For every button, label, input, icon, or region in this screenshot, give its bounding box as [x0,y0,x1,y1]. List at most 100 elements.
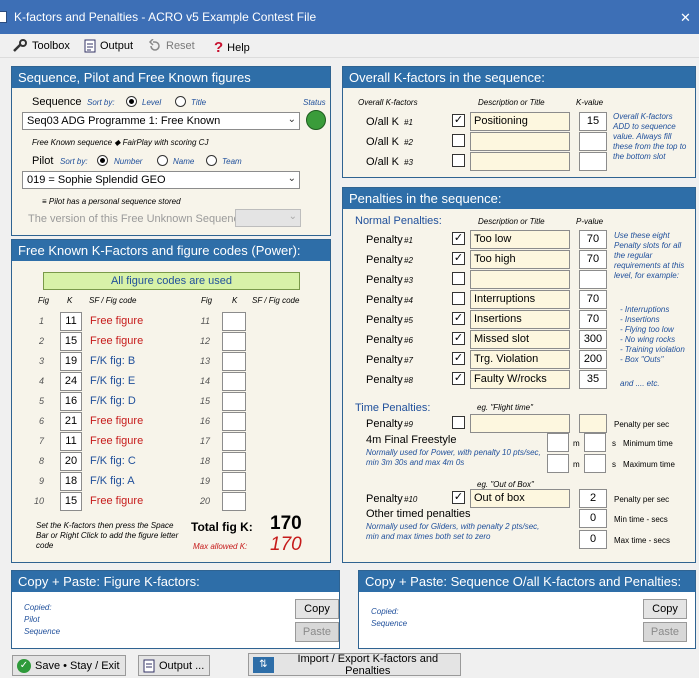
fig-k-input[interactable] [222,432,246,451]
toolbox-button[interactable]: Toolbox [12,39,70,53]
fig-k-input[interactable]: 16 [60,392,82,411]
overall-desc[interactable] [470,152,570,171]
fig-k-input[interactable]: 19 [60,352,82,371]
col-k-header: K [67,296,73,305]
fig-k-input[interactable]: 11 [60,312,82,331]
penalty10-checkbox[interactable]: ✓ [452,491,465,504]
close-button[interactable]: ✕ [680,11,691,24]
fig-number: 12 [199,336,210,346]
fig-k-input[interactable] [222,352,246,371]
fig-code: F/K fig: E [90,375,136,387]
sort-team-radio[interactable] [206,155,217,168]
overall-desc[interactable]: Positioning [470,112,570,131]
penalty-desc[interactable]: Too low [470,230,570,249]
fig-k-input[interactable] [222,492,246,511]
other-timed-note: Normally used for Gliders, with penalty … [366,522,540,541]
penalty-value[interactable]: 200 [579,350,607,369]
fig-k-input[interactable]: 24 [60,372,82,391]
max-time-minutes[interactable] [547,454,569,473]
overall-checkbox[interactable] [452,134,465,147]
penalty-value[interactable]: 300 [579,330,607,349]
chevron-down-icon: ⌄ [287,173,296,184]
overall-value[interactable] [579,132,607,151]
time-penalties-label: Time Penalties: [355,402,431,414]
penalty-number: #1 [404,236,413,245]
penalty-desc[interactable]: Trg. Violation [470,350,570,369]
fig-k-input[interactable] [222,412,246,431]
version-combo[interactable]: ⌄ [235,209,301,227]
min-secs-value[interactable]: 0 [579,509,607,528]
sort-title-radio[interactable] [175,96,186,109]
penalty-value[interactable]: 70 [579,290,607,309]
per-sec-label-2: Penalty per sec [614,495,670,504]
penalty-checkbox[interactable] [452,272,465,285]
overall-number: #3 [404,158,413,167]
save-button[interactable]: ✓ Save • Stay / Exit [12,655,126,676]
penalty-value[interactable]: 70 [579,250,607,269]
penalty-checkbox[interactable]: ✓ [452,332,465,345]
fig-k-input[interactable]: 20 [60,452,82,471]
copy-sequence-button[interactable]: Copy [643,599,687,619]
copy-figures-button[interactable]: Copy [295,599,339,619]
overall-desc[interactable] [470,132,570,151]
penalty10-desc[interactable]: Out of box [470,489,570,508]
penalty-desc[interactable]: Faulty W/rocks [470,370,570,389]
fig-k-input[interactable] [222,392,246,411]
help-button[interactable]: ? Help [214,39,250,56]
pilot-combo[interactable]: 019 = Sophie Splendid GEO ⌄ [22,171,300,189]
reset-button[interactable]: Reset [148,39,195,53]
overall-value[interactable] [579,152,607,171]
check-icon: ✓ [17,658,31,673]
fig-k-input[interactable] [222,452,246,471]
fig-k-input[interactable]: 15 [60,492,82,511]
fig-k-input[interactable] [222,312,246,331]
penalty9-value[interactable] [579,414,607,433]
sort-level-radio[interactable] [126,96,137,109]
output-bottom-button[interactable]: Output ... [138,655,210,676]
max-secs-value[interactable]: 0 [579,530,607,549]
copy2-copied: Copied: [371,607,399,616]
overall-checkbox[interactable] [452,154,465,167]
min-time-seconds[interactable] [584,433,606,452]
penalty-value[interactable] [579,270,607,289]
penalty-checkbox[interactable] [452,292,465,305]
fig-k-input[interactable]: 21 [60,412,82,431]
overall-checkbox[interactable]: ✓ [452,114,465,127]
document-icon [84,39,96,53]
penalty-desc[interactable]: Too high [470,250,570,269]
penalty10-value[interactable]: 2 [579,489,607,508]
output-button[interactable]: Output [84,39,133,53]
min-time-minutes[interactable] [547,433,569,452]
fig-k-input[interactable]: 18 [60,472,82,491]
penalty-desc[interactable] [470,270,570,289]
paste-figures-button[interactable]: Paste [295,622,339,642]
penalty-checkbox[interactable]: ✓ [452,232,465,245]
penalty-checkbox[interactable]: ✓ [452,312,465,325]
penalty-value[interactable]: 70 [579,230,607,249]
penalty-value[interactable]: 70 [579,310,607,329]
import-export-button[interactable]: ⇅ Import / Export K-factors and Penaltie… [248,653,461,677]
sort-number-radio[interactable] [97,155,108,168]
penalty9-desc[interactable] [470,414,570,433]
penalty-desc[interactable]: Insertions [470,310,570,329]
penalty9-checkbox[interactable] [452,416,465,429]
fig-k-input[interactable]: 15 [60,332,82,351]
fig-k-input[interactable] [222,332,246,351]
overall-value[interactable]: 15 [579,112,607,131]
col-fig-header: Fig [38,296,50,305]
fig-k-input[interactable]: 11 [60,432,82,451]
penalty-desc[interactable]: Missed slot [470,330,570,349]
max-time-seconds[interactable] [584,454,606,473]
fig-code: F/K fig: D [90,395,136,407]
penalty-checkbox[interactable]: ✓ [452,352,465,365]
penalty-checkbox[interactable]: ✓ [452,372,465,385]
fig-k-input[interactable] [222,472,246,491]
penalty-desc[interactable]: Interruptions [470,290,570,309]
fig-k-input[interactable] [222,372,246,391]
status-icon[interactable] [306,110,326,130]
paste-sequence-button[interactable]: Paste [643,622,687,642]
sequence-combo[interactable]: Seq03 ADG Programme 1: Free Known ⌄ [22,112,300,130]
sort-name-radio[interactable] [157,155,168,168]
penalty-checkbox[interactable]: ✓ [452,252,465,265]
penalty-value[interactable]: 35 [579,370,607,389]
